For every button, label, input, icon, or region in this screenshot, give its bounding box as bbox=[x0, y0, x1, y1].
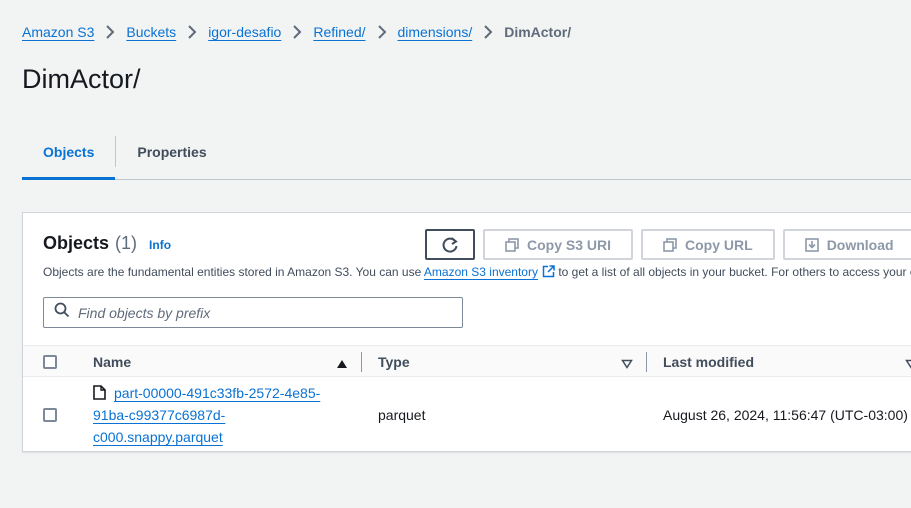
breadcrumb-current: DimActor/ bbox=[504, 24, 572, 40]
download-label: Download bbox=[826, 236, 894, 253]
breadcrumb: Amazon S3 Buckets igor-desafio Refined/ … bbox=[22, 22, 571, 42]
tab-properties[interactable]: Properties bbox=[116, 124, 227, 179]
object-name-line[interactable]: c000.snappy.parquet bbox=[93, 426, 353, 448]
search-icon bbox=[54, 302, 70, 323]
sort-descending-icon[interactable] bbox=[621, 356, 633, 374]
chevron-right-icon bbox=[366, 25, 398, 39]
objects-title: Objects bbox=[43, 233, 110, 253]
download-icon bbox=[804, 237, 819, 252]
copy-icon bbox=[663, 237, 677, 252]
breadcrumb-refined[interactable]: Refined/ bbox=[313, 24, 365, 40]
column-divider bbox=[361, 352, 362, 372]
tab-objects[interactable]: Objects bbox=[22, 124, 116, 180]
sort-ascending-icon[interactable] bbox=[336, 356, 348, 374]
copy-s3-uri-button[interactable]: Copy S3 URI bbox=[483, 229, 634, 260]
row-checkbox[interactable] bbox=[43, 408, 57, 422]
breadcrumb-dimensions[interactable]: dimensions/ bbox=[398, 24, 473, 40]
copy-icon bbox=[505, 237, 519, 252]
sort-descending-icon[interactable] bbox=[905, 356, 911, 374]
inventory-link[interactable]: Amazon S3 inventory bbox=[424, 265, 538, 279]
tab-list: Objects Properties bbox=[22, 124, 911, 180]
breadcrumb-amazon-s3[interactable]: Amazon S3 bbox=[22, 24, 94, 40]
download-button[interactable]: Download bbox=[782, 229, 911, 260]
object-name-cell: part-00000-491c33fb-2572-4e85- 91ba-c993… bbox=[93, 382, 353, 448]
breadcrumb-bucket[interactable]: igor-desafio bbox=[208, 24, 281, 40]
objects-description: Objects are the fundamental entities sto… bbox=[43, 265, 911, 281]
chevron-right-icon bbox=[281, 25, 313, 39]
refresh-icon bbox=[441, 236, 459, 254]
row-select-cell bbox=[43, 408, 57, 422]
search-box bbox=[43, 297, 463, 328]
objects-header: Objects (1) Info bbox=[43, 233, 171, 254]
column-header-type[interactable]: Type bbox=[378, 346, 410, 378]
object-name-line: part-00000-491c33fb-2572-4e85- bbox=[114, 385, 321, 401]
column-header-name[interactable]: Name bbox=[93, 346, 131, 378]
object-name-line[interactable]: 91ba-c99377c6987d- bbox=[93, 404, 353, 426]
objects-panel: Objects (1) Info Copy S3 URI Copy URL Do bbox=[22, 212, 911, 452]
chevron-right-icon bbox=[472, 25, 504, 39]
breadcrumb-buckets[interactable]: Buckets bbox=[126, 24, 176, 40]
search-input[interactable] bbox=[78, 304, 438, 321]
info-link[interactable]: Info bbox=[149, 238, 171, 252]
page-title: DimActor/ bbox=[22, 64, 141, 94]
table-header: Name Type Last modified bbox=[23, 345, 911, 377]
objects-count: (1) bbox=[115, 233, 138, 253]
object-type-cell: parquet bbox=[378, 407, 426, 423]
description-suffix: to get a list of all objects in your buc… bbox=[558, 265, 911, 279]
column-divider bbox=[646, 352, 647, 372]
refresh-button[interactable] bbox=[425, 229, 475, 260]
chevron-right-icon bbox=[176, 25, 208, 39]
select-all-checkbox[interactable] bbox=[43, 355, 57, 369]
external-link-icon bbox=[542, 265, 555, 281]
description-prefix: Objects are the fundamental entities sto… bbox=[43, 265, 424, 279]
file-icon bbox=[93, 385, 106, 403]
object-name-link[interactable]: part-00000-491c33fb-2572-4e85- bbox=[114, 382, 320, 404]
copy-url-button[interactable]: Copy URL bbox=[641, 229, 775, 260]
objects-toolbar: Copy S3 URI Copy URL Download bbox=[425, 229, 911, 260]
object-last-modified-cell: August 26, 2024, 11:56:47 (UTC-03:00) bbox=[663, 407, 908, 423]
copy-url-label: Copy URL bbox=[685, 236, 753, 253]
column-header-last-modified[interactable]: Last modified bbox=[663, 346, 754, 378]
select-all-cell bbox=[43, 346, 57, 378]
copy-s3-uri-label: Copy S3 URI bbox=[527, 236, 612, 253]
table-row: part-00000-491c33fb-2572-4e85- 91ba-c993… bbox=[23, 377, 911, 451]
chevron-right-icon bbox=[94, 25, 126, 39]
